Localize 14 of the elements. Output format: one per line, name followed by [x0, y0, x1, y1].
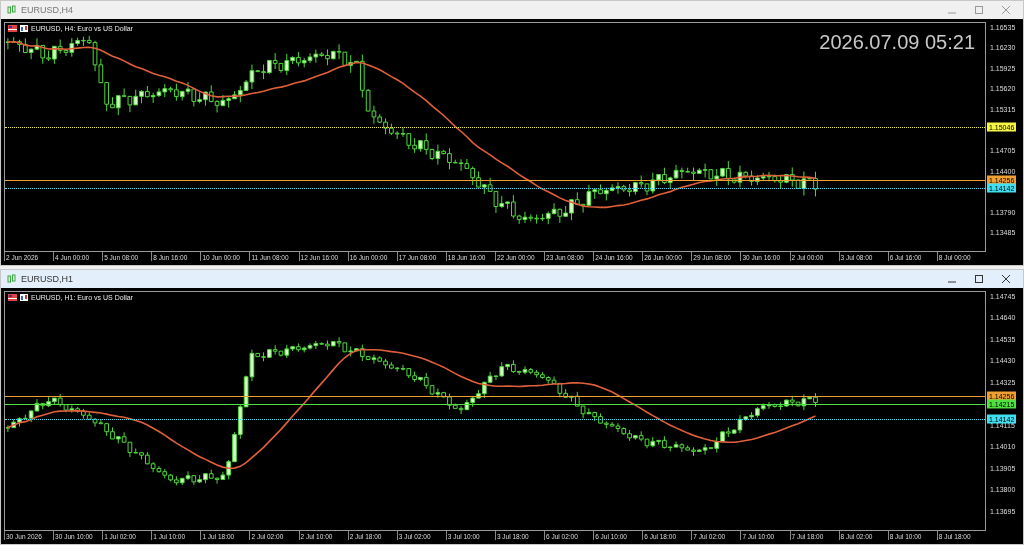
window-title-bar[interactable]: EURUSD,H1 — [1, 270, 1023, 289]
candles-icon — [7, 274, 16, 285]
window-title: EURUSD,H1 — [21, 274, 74, 285]
close-icon — [1002, 6, 1010, 14]
maximize-icon — [975, 6, 983, 14]
chart-icon — [20, 294, 28, 302]
flag-icon — [8, 294, 17, 302]
date-time-overlay: 2026.07.09 05:21 — [819, 31, 975, 54]
window-title: EURUSD,H4 — [21, 5, 74, 15]
maximize-icon — [975, 275, 983, 284]
flag-icon — [8, 25, 17, 32]
close-icon — [1002, 275, 1010, 284]
chart-icon — [20, 25, 28, 32]
candles-icon — [7, 5, 16, 15]
